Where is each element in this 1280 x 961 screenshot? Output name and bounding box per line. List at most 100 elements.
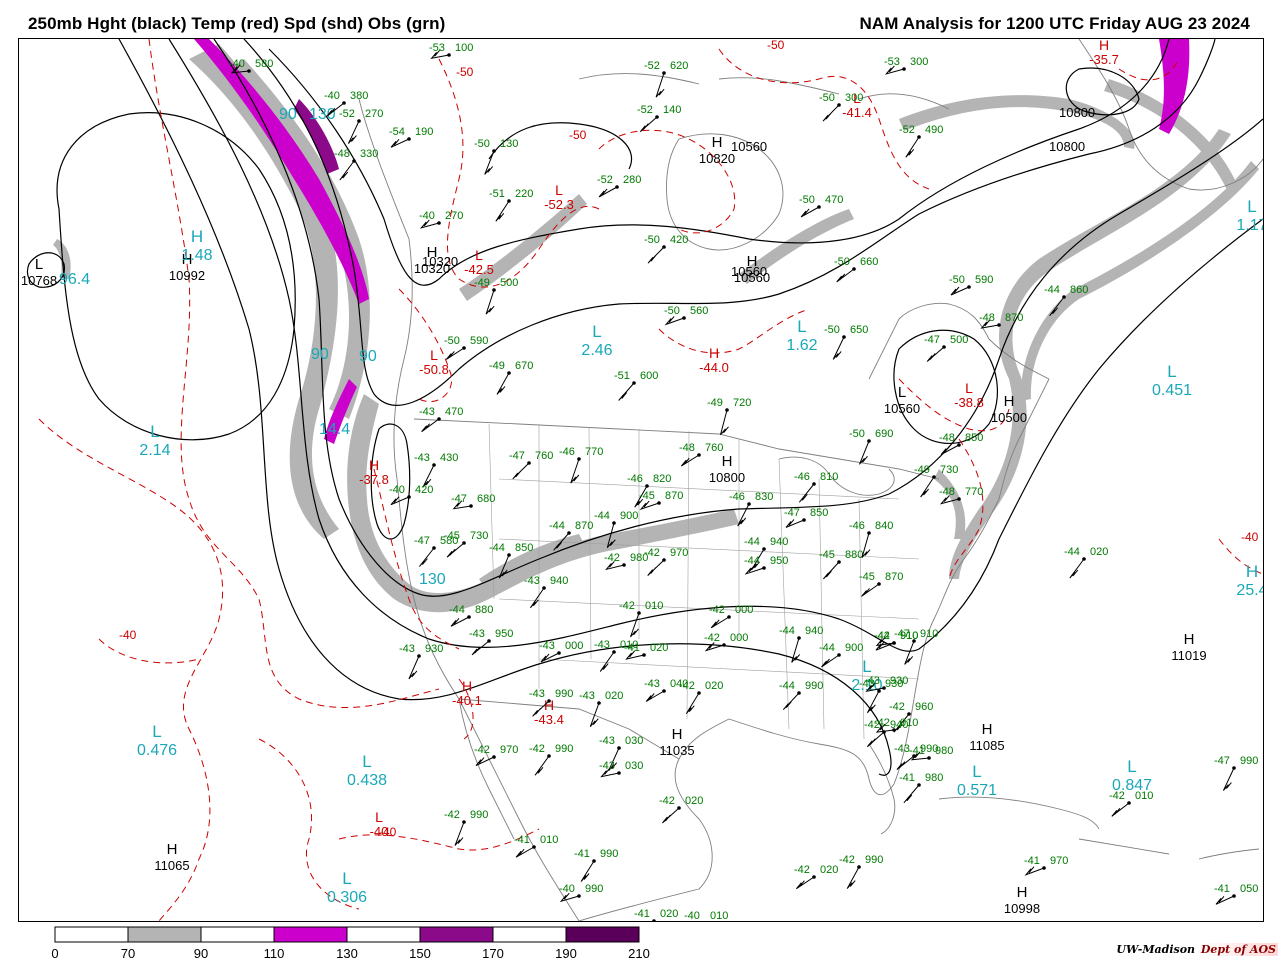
temp-center-value: -43.4: [534, 712, 564, 727]
obs-height: 900: [620, 510, 638, 522]
obs-height: 130: [500, 138, 518, 150]
wind-barb: [339, 160, 355, 181]
obs-height: 680: [477, 493, 495, 505]
obs-height: 870: [665, 490, 683, 502]
obs-temp: -40: [559, 883, 575, 895]
speed-center-value: 0.476: [137, 742, 177, 759]
obs-temp: -43: [399, 643, 415, 655]
wind-barb: [861, 532, 871, 558]
wind-barb: [454, 821, 465, 846]
wind-barb: [639, 116, 658, 133]
wind-barb: [904, 640, 915, 665]
obs-height: 980: [925, 772, 943, 784]
speed-contour-label: 96.4: [59, 271, 90, 288]
obs-temp: -48: [939, 432, 955, 444]
obs-height: 010: [540, 834, 558, 846]
obs-height: 420: [415, 484, 433, 496]
obs-temp: -41: [624, 642, 640, 654]
temp-center-value: -42.5: [464, 262, 494, 277]
obs-height: 940: [890, 719, 908, 731]
weather-map: L 10768 H 10992 H 10320 H 10560 H 10820 H 10800 H 105…: [18, 38, 1264, 922]
height-contour-label: 10560: [731, 264, 767, 279]
obs-temp: -47: [924, 334, 940, 346]
speed-contour-label: 90: [279, 106, 297, 123]
temp-center-letter: H: [709, 345, 719, 361]
temp-center-value: -50.8: [419, 362, 449, 377]
height-center-letter: H: [1004, 393, 1015, 410]
obs-temp: -52: [644, 60, 660, 72]
wind-barb: [515, 846, 535, 858]
wind-barb: [785, 519, 805, 528]
obs-temp: -50: [644, 234, 660, 246]
obs-temp: -47: [784, 507, 800, 519]
wind-barb: [866, 690, 880, 714]
obs-height: 380: [350, 90, 368, 102]
wind-barb: [647, 559, 665, 576]
obs-temp: -44: [489, 542, 505, 554]
obs-temp: -46: [559, 446, 575, 458]
height-center-value: 11085: [969, 738, 1004, 753]
obs-temp: -43: [599, 760, 615, 772]
obs-height: 190: [415, 126, 433, 138]
wind-speed-shading: [53, 39, 1259, 613]
obs-temp: -41: [634, 908, 650, 920]
obs-temp: -50: [834, 256, 850, 268]
obs-temp: -42: [1109, 790, 1125, 802]
obs-height: 500: [950, 334, 968, 346]
wind-barb: [347, 120, 360, 144]
temp-center-letter: L: [375, 809, 383, 825]
temp-contour: [718, 48, 930, 190]
temperature-contours: [38, 39, 1263, 921]
temp-center-letter: H: [1099, 39, 1109, 53]
temp-contour: [98, 638, 200, 664]
obs-height: 950: [770, 555, 788, 567]
obs-height: 020: [605, 690, 623, 702]
obs-temp: -50: [474, 138, 490, 150]
height-contour-10560: [243, 39, 1216, 406]
wind-barb: [796, 876, 815, 890]
obs-height: 910: [920, 628, 938, 640]
wind-speed-legend-bar: [54, 926, 640, 943]
obs-height: 050: [1240, 883, 1258, 895]
obs-temp: -42: [839, 854, 855, 866]
obs-temp: -42: [659, 795, 675, 807]
speed-center-value: 1.48: [181, 247, 212, 264]
obs-temp: -44: [449, 604, 465, 616]
obs-height: 760: [705, 442, 723, 454]
credit-org: UW-Madison: [1116, 943, 1196, 956]
temp-center-value: -40.1: [452, 693, 482, 708]
obs-height: 830: [755, 491, 773, 503]
temp-center-value: -38.8: [954, 395, 984, 410]
obs-height: 600: [640, 370, 658, 382]
obs-height: 140: [663, 104, 681, 116]
wind-barb: [846, 866, 860, 889]
obs-temp: -41: [899, 772, 915, 784]
speed-center-value: 0.571: [957, 782, 997, 799]
obs-temp: -43: [539, 640, 555, 652]
obs-temp: -49: [707, 397, 723, 409]
obs-temp: -42: [529, 743, 545, 755]
height-center-value: 10768: [21, 273, 57, 288]
obs-height: 470: [445, 406, 463, 418]
wind-barb: [580, 860, 595, 882]
speed-contour-label: 90: [311, 346, 329, 363]
obs-height: 870: [1005, 312, 1023, 324]
obs-height: 620: [670, 60, 688, 72]
wind-barb: [390, 138, 410, 148]
obs-temp: -44: [549, 520, 565, 532]
height-center-letter: H: [167, 841, 178, 858]
obs-height: 270: [445, 210, 463, 222]
obs-height: 770: [965, 486, 983, 498]
obs-temp: -43: [414, 452, 430, 464]
legend-tick-label: 130: [336, 946, 358, 961]
wind-barb: [685, 692, 700, 715]
speed-center-letter: L: [150, 422, 159, 441]
jet-gray-east-2: [1020, 161, 1259, 401]
obs-height: 990: [555, 743, 573, 755]
obs-height: 880: [845, 549, 863, 561]
jet-gray-atlantic: [934, 469, 966, 539]
obs-temp: -42: [889, 701, 905, 713]
obs-height: 500: [500, 277, 518, 289]
legend-bin: [346, 926, 421, 943]
obs-height: 990: [1240, 755, 1258, 767]
